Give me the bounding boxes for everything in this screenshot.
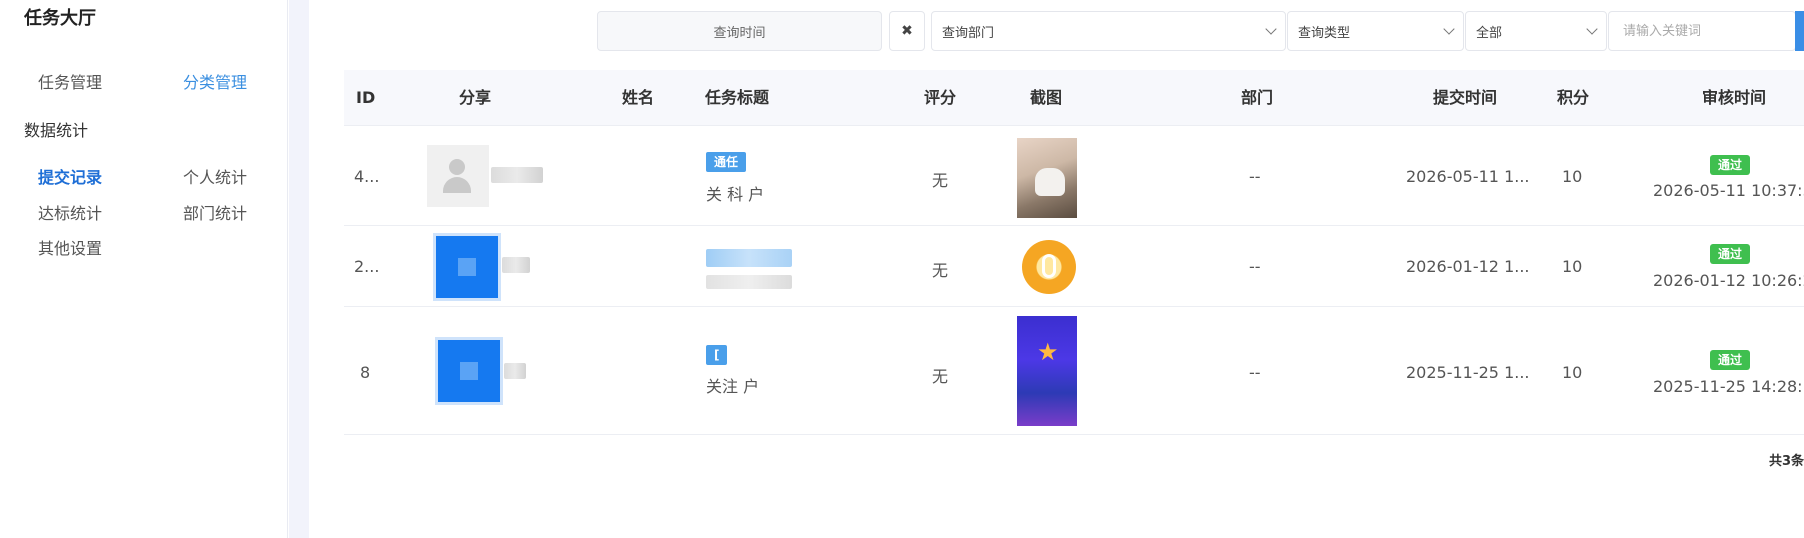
cell-dept: -- <box>1249 167 1261 186</box>
header-submit-time: 提交时间 <box>1433 88 1498 107</box>
header-dept: 部门 <box>1241 88 1274 107</box>
sidebar-item-submit-records[interactable]: 提交记录 <box>38 164 102 188</box>
header-points: 积分 <box>1557 88 1590 107</box>
close-icon: ✖ <box>901 23 913 39</box>
date-placeholder: 查询时间 <box>713 25 766 41</box>
search-button[interactable] <box>1795 11 1804 51</box>
keyword-input[interactable] <box>1609 12 1795 50</box>
header-task-title: 任务标题 <box>705 88 770 107</box>
status-badge: 通过 <box>1710 155 1751 175</box>
status-select-value: 全部 <box>1476 25 1503 41</box>
cell-submit-time: 2026-05-11 1... <box>1406 167 1530 186</box>
task-type-tag: 通任 <box>706 152 747 172</box>
header-screenshot: 截图 <box>1030 88 1063 107</box>
avatar <box>427 145 489 207</box>
cell-review-time: 2026-01-12 10:26:2 <box>1653 271 1804 290</box>
status-badge: 通过 <box>1710 244 1751 264</box>
blurred-name <box>504 363 526 379</box>
dept-select[interactable]: 查询部门 <box>931 11 1286 51</box>
screenshot-thumbnail[interactable]: ★ <box>1017 316 1077 426</box>
cell-points: 10 <box>1562 257 1583 276</box>
keyword-box <box>1608 11 1796 51</box>
task-type-tag: [ <box>706 345 728 365</box>
sidebar-item-dept-stats[interactable]: 部门统计 <box>183 200 247 224</box>
cell-score: 无 <box>932 261 949 280</box>
table-row[interactable]: 4... 通任 关 科 户 无 -- 2026-05-11 1... 10 通过… <box>344 127 1804 226</box>
type-select[interactable]: 查询类型 <box>1287 11 1464 51</box>
sidebar-item-task-manage[interactable]: 任务管理 <box>38 69 102 93</box>
chevron-down-icon <box>1265 23 1277 35</box>
header-name: 姓名 <box>622 88 655 107</box>
header-id: ID <box>356 88 376 107</box>
status-select[interactable]: 全部 <box>1465 11 1607 51</box>
cell-score: 无 <box>932 171 949 190</box>
table-row[interactable]: 8 [ 关注 户 无 ★ -- 2025-11-25 1... 10 通过 20… <box>344 308 1804 435</box>
app-title: 任务大厅 <box>24 8 96 29</box>
blurred-name <box>491 167 543 183</box>
sidebar-item-personal-stats[interactable]: 个人统计 <box>183 164 247 188</box>
avatar <box>438 340 500 402</box>
sidebar: 任务大厅 任务管理 分类管理 数据统计 提交记录 个人统计 达标统计 部门统计 … <box>0 0 288 538</box>
cell-submit-time: 2025-11-25 1... <box>1406 363 1530 382</box>
sidebar-item-target-stats[interactable]: 达标统计 <box>38 200 102 224</box>
table-header: ID 分享 姓名 任务标题 评分 截图 部门 提交时间 积分 审核时间 <box>344 70 1804 126</box>
screenshot-thumbnail[interactable] <box>1017 138 1077 218</box>
sidebar-group-data-stats[interactable]: 数据统计 <box>24 117 88 141</box>
header-share: 分享 <box>459 88 492 107</box>
cell-id: 4... <box>354 167 380 186</box>
avatar <box>436 236 498 298</box>
status-badge: 通过 <box>1710 350 1751 370</box>
header-review-time: 审核时间 <box>1702 88 1767 107</box>
date-range-picker[interactable]: 查询时间 <box>597 11 882 51</box>
header-score: 评分 <box>924 88 957 107</box>
blurred-name <box>502 257 530 273</box>
pagination-total: 共3条 <box>1768 454 1804 469</box>
cell-dept: -- <box>1249 363 1261 382</box>
table-row[interactable]: 2... 无 -- 2026-01-12 1... 10 通过 2026-01-… <box>344 227 1804 307</box>
task-title-text: 关注 户 <box>706 377 760 396</box>
task-type-tag <box>706 249 792 267</box>
dept-select-value: 查询部门 <box>942 25 995 41</box>
layout-gutter <box>289 0 309 538</box>
cell-review-time: 2025-11-25 14:28:1 <box>1653 377 1804 396</box>
cell-points: 10 <box>1562 363 1583 382</box>
cell-submit-time: 2026-01-12 1... <box>1406 257 1530 276</box>
cell-id: 8 <box>360 363 371 382</box>
cell-points: 10 <box>1562 167 1583 186</box>
cell-dept: -- <box>1249 257 1261 276</box>
type-select-value: 查询类型 <box>1298 25 1351 41</box>
cell-review-time: 2026-05-11 10:37:5 <box>1653 181 1804 200</box>
task-title-text <box>706 275 792 289</box>
task-title-text: 关 科 户 <box>706 185 765 204</box>
sidebar-item-category-manage[interactable]: 分类管理 <box>183 69 247 93</box>
clear-date-button[interactable]: ✖ <box>889 11 925 51</box>
cell-id: 2... <box>354 257 380 276</box>
chevron-down-icon <box>1443 23 1455 35</box>
cell-score: 无 <box>932 367 949 386</box>
screenshot-thumbnail[interactable] <box>1022 240 1076 294</box>
sidebar-item-other-settings[interactable]: 其他设置 <box>38 235 102 259</box>
chevron-down-icon <box>1586 23 1598 35</box>
app-root: 任务大厅 任务管理 分类管理 数据统计 提交记录 个人统计 达标统计 部门统计 … <box>0 0 1804 538</box>
